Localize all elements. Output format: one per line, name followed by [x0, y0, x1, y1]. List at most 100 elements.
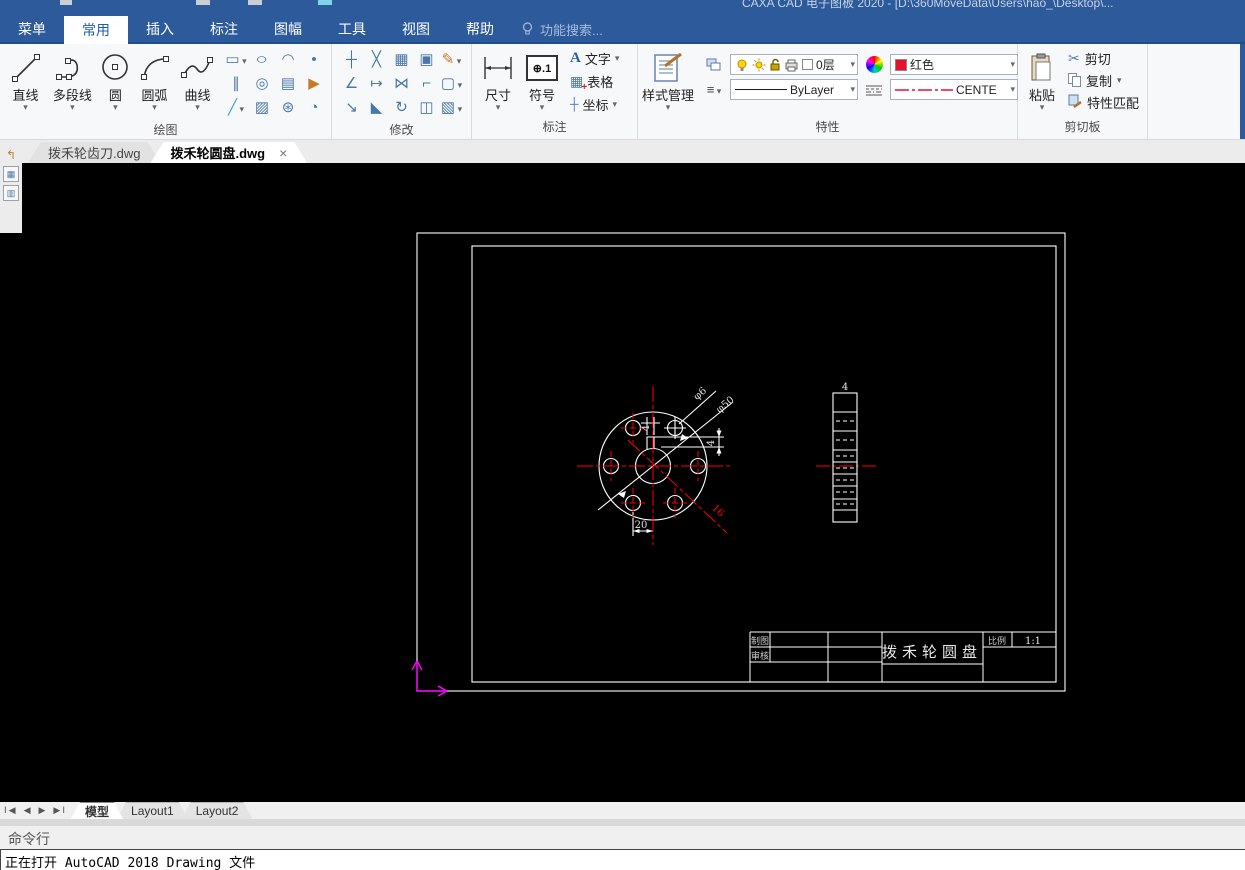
- lineweight-icon[interactable]: ≡: [702, 82, 726, 97]
- prev-tab-icon[interactable]: ◀: [24, 805, 33, 816]
- color-select[interactable]: 红色 ▾: [890, 54, 1019, 75]
- gear-icon[interactable]: ⊛: [282, 100, 295, 116]
- extend-icon[interactable]: ↦: [370, 76, 383, 92]
- formula-curve-icon[interactable]: ◠: [281, 52, 294, 68]
- quick-access-icon[interactable]: [318, 0, 332, 5]
- quick-access-icon[interactable]: [196, 0, 210, 5]
- linestyle-select[interactable]: CENTE ▾: [890, 79, 1019, 100]
- line-button[interactable]: 直线: [4, 48, 47, 120]
- part-name: 拨禾轮圆盘: [882, 643, 982, 661]
- bolt-icon[interactable]: ▤: [281, 76, 295, 92]
- menu-item-view[interactable]: 视图: [384, 16, 448, 42]
- lock-open-icon: [770, 58, 780, 70]
- scissors-icon: ✂: [1068, 49, 1080, 66]
- scale-label: 比例: [988, 635, 1006, 646]
- dimension-button[interactable]: 尺寸: [476, 48, 520, 117]
- panel-toggle-icon[interactable]: ↰: [3, 147, 19, 163]
- fillet-icon[interactable]: ∠: [345, 76, 358, 92]
- sheet-frame: [416, 232, 1066, 692]
- coordinate-button[interactable]: ┼ 坐标: [570, 94, 619, 114]
- panel-label-properties: 特性: [815, 120, 840, 134]
- polyline-button[interactable]: 多段线: [47, 48, 98, 120]
- arc-button[interactable]: 圆弧: [133, 48, 176, 120]
- tab-layout1[interactable]: Layout1: [117, 802, 188, 819]
- menu-item-sheet[interactable]: 图幅: [256, 16, 320, 42]
- menu-item-annotate[interactable]: 标注: [192, 16, 256, 42]
- menu-item-help[interactable]: 帮助: [448, 16, 512, 42]
- symbol-button[interactable]: ⊕.1 符号: [520, 48, 564, 117]
- break-icon[interactable]: ⌐: [422, 76, 431, 92]
- ellipse-icon[interactable]: ○: [256, 52, 269, 68]
- first-tab-icon[interactable]: Ⅰ◀: [4, 805, 18, 816]
- panel-annotate: 尺寸 ⊕.1 符号 A 文字 ▦ 表格: [472, 44, 638, 139]
- table-button[interactable]: ▦ 表格: [570, 71, 619, 93]
- mirror-icon[interactable]: ⋈: [394, 76, 409, 92]
- drawing-canvas[interactable]: 制图 审核 拨禾轮圆盘 比例 1:1 φ6 φ50 4 4 20 16 4: [0, 163, 1245, 802]
- title-block-text: 制图 审核 拨禾轮圆盘 比例 1:1: [751, 635, 1041, 661]
- cut-button[interactable]: ✂ 剪切: [1068, 48, 1139, 68]
- quick-access-icon[interactable]: [60, 0, 72, 5]
- properties-panel-icon[interactable]: ▥: [3, 185, 19, 201]
- layer-tool-icon[interactable]: [702, 57, 726, 73]
- edit-pencil-icon[interactable]: ✎: [442, 51, 462, 69]
- chevron-down-icon: ▾: [1010, 59, 1016, 69]
- tab-layout2[interactable]: Layout2: [182, 802, 253, 819]
- point-icon[interactable]: •: [311, 52, 316, 68]
- view-icon[interactable]: ◫: [419, 100, 433, 116]
- paste-icon: [1029, 48, 1055, 88]
- linetype-select[interactable]: ByLayer ▾: [730, 79, 859, 100]
- function-search[interactable]: 功能搜索...: [512, 16, 613, 42]
- rotate-icon[interactable]: ↻: [395, 100, 408, 116]
- title-bar: CAXA CAD 电子图板 2020 - [D:\360MoveData\Use…: [0, 0, 1245, 16]
- plate-icon[interactable]: ◎: [255, 76, 268, 92]
- doc-tab-active[interactable]: 拨禾轮圆盘.dwg ×: [150, 142, 307, 163]
- command-output[interactable]: 正在打开 AutoCAD 2018 Drawing 文件: [0, 849, 1245, 870]
- spline-icon: [180, 48, 215, 88]
- menu-bar: 菜单 常用 插入 标注 图幅 工具 视图 帮助 功能搜索...: [0, 16, 1245, 44]
- doc-tab[interactable]: 拨禾轮齿刀.dwg: [28, 142, 160, 163]
- tab-model[interactable]: 模型: [71, 802, 123, 819]
- match-properties-button[interactable]: 特性匹配: [1068, 92, 1139, 112]
- last-tab-icon[interactable]: ▶Ⅰ: [53, 805, 67, 816]
- linestyle-tool-icon[interactable]: [862, 84, 886, 96]
- tab-nav: Ⅰ◀ ◀ ▶ ▶Ⅰ: [0, 805, 71, 816]
- next-tab-icon[interactable]: ▶: [39, 805, 48, 816]
- parallel-line-icon[interactable]: ∥: [232, 76, 240, 92]
- sketch-line-icon[interactable]: ╱: [228, 99, 244, 117]
- menu-item-home[interactable]: 常用: [64, 16, 128, 44]
- style-manager-button[interactable]: 样式管理: [642, 48, 694, 117]
- wipeout-icon[interactable]: ◔: [309, 100, 318, 116]
- panel-label-annotate: 标注: [542, 120, 567, 134]
- paste-button[interactable]: 粘贴: [1022, 48, 1062, 117]
- copy-button[interactable]: 复制: [1068, 70, 1139, 90]
- array-icon[interactable]: ▦: [394, 52, 408, 68]
- layer-select[interactable]: 0层 ▾: [730, 54, 859, 75]
- quick-access-icon[interactable]: [248, 0, 262, 5]
- chevron-down-icon: ▾: [1010, 84, 1016, 94]
- rectangle-icon[interactable]: ▭: [225, 51, 246, 69]
- chamfer-icon[interactable]: ◣: [371, 100, 383, 116]
- circle-button[interactable]: 圆: [98, 48, 133, 120]
- copy-object-icon[interactable]: ▣: [419, 52, 433, 68]
- scale-value: 1:1: [1025, 636, 1041, 647]
- close-icon[interactable]: ×: [279, 145, 287, 161]
- table-icon: ▦: [570, 73, 588, 93]
- dim-key-width: 4: [641, 425, 652, 431]
- checked-by-label: 审核: [751, 650, 769, 661]
- menu-item-menu[interactable]: 菜单: [0, 16, 64, 42]
- library-panel-icon[interactable]: ▦: [3, 166, 19, 182]
- arrow-icon[interactable]: ▶: [308, 76, 320, 92]
- hatch-icon[interactable]: ▨: [255, 100, 269, 116]
- menu-item-tools[interactable]: 工具: [320, 16, 384, 42]
- trim-icon[interactable]: ╳: [372, 52, 381, 68]
- linetype-name: ByLayer: [790, 82, 835, 97]
- move-icon[interactable]: ┼: [346, 52, 357, 68]
- menu-item-insert[interactable]: 插入: [128, 16, 192, 42]
- color-wheel-icon[interactable]: [865, 56, 883, 73]
- erase-icon[interactable]: ▢: [441, 75, 462, 93]
- scale-icon[interactable]: ↘: [345, 100, 358, 116]
- dim-bore: 16: [709, 503, 726, 520]
- hatch-edit-icon[interactable]: ▧: [441, 99, 462, 117]
- spline-button[interactable]: 曲线: [176, 48, 219, 120]
- text-button[interactable]: A 文字: [570, 48, 619, 68]
